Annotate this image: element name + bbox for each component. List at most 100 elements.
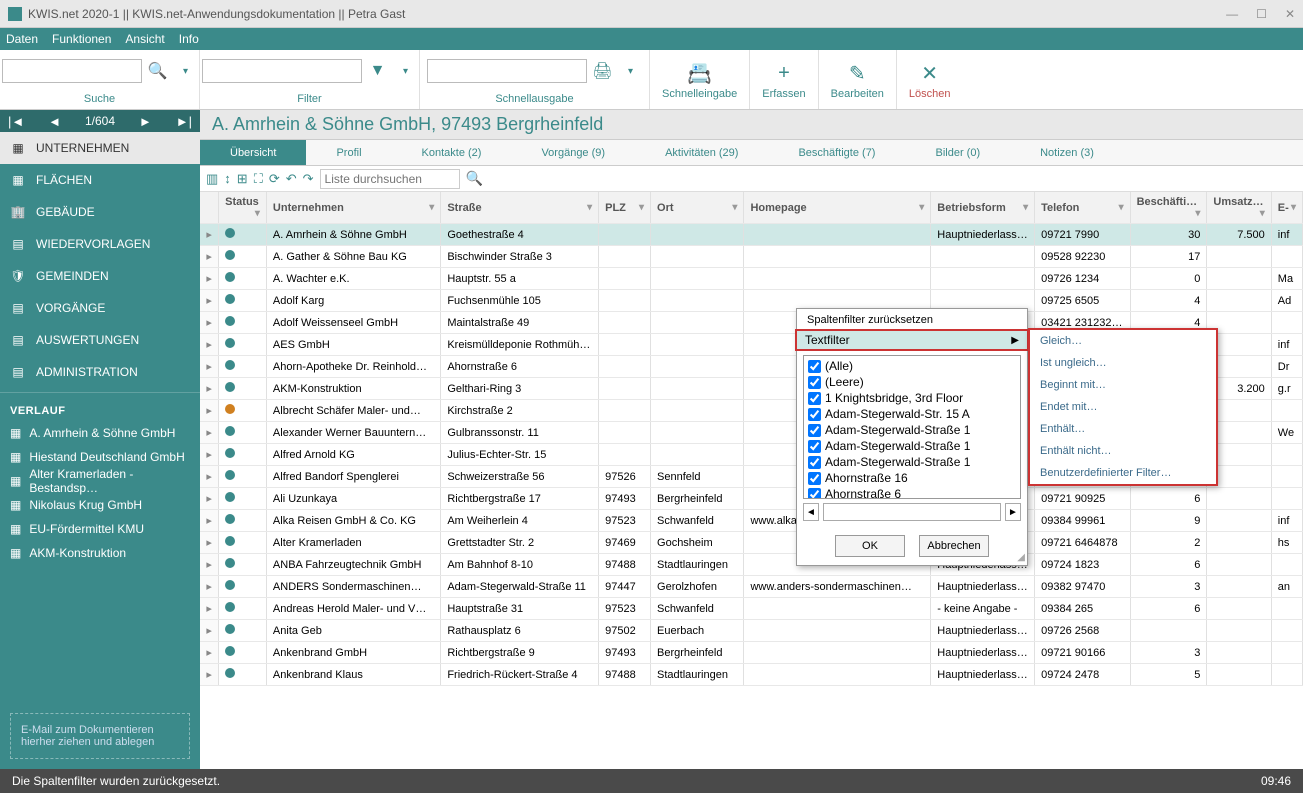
row-handle[interactable]: ▸ (200, 576, 219, 598)
redo-icon[interactable]: ↷ (303, 171, 314, 187)
filter-checkbox[interactable] (808, 456, 821, 469)
filter-checkbox[interactable] (808, 376, 821, 389)
row-handle[interactable]: ▸ (200, 620, 219, 642)
col-header[interactable]: Homepage▾ (744, 192, 931, 224)
filter-checkbox[interactable] (808, 392, 821, 405)
table-row[interactable]: ▸Ali UzunkayaRichtbergstraße 1797493Berg… (200, 488, 1303, 510)
tab-3[interactable]: Vorgänge (9) (511, 140, 635, 165)
nav-first-icon[interactable]: |◄ (8, 114, 24, 129)
maximize-button[interactable]: ☐ (1256, 7, 1267, 21)
columns-icon[interactable]: ▥ (206, 171, 218, 187)
filter-scroll-right[interactable]: ► (1005, 503, 1021, 521)
row-handle[interactable]: ▸ (200, 246, 219, 268)
row-handle[interactable]: ▸ (200, 378, 219, 400)
history-item[interactable]: ▦AKM-Konstruktion (0, 541, 200, 565)
tab-4[interactable]: Aktivitäten (29) (635, 140, 768, 165)
filter-option[interactable]: Ahornstraße 6 (806, 486, 1018, 499)
col-header[interactable]: Telefon▾ (1035, 192, 1131, 224)
filter-funnel-icon[interactable]: ▾ (919, 202, 924, 213)
filter-checkbox[interactable] (808, 360, 821, 373)
filter-values-list[interactable]: (Alle)(Leere)1 Knightsbridge, 3rd Floor A… (803, 355, 1021, 499)
nav-next-icon[interactable]: ► (139, 114, 152, 129)
row-handle[interactable]: ▸ (200, 642, 219, 664)
row-handle[interactable]: ▸ (200, 268, 219, 290)
tab-7[interactable]: Notizen (3) (1010, 140, 1124, 165)
quickout-input[interactable] (427, 59, 587, 83)
search-icon[interactable]: 🔍 (146, 59, 170, 83)
filter-funnel-icon[interactable]: ▾ (1195, 208, 1200, 219)
expand-icon[interactable]: ⛶ (254, 171, 263, 187)
filter-reset[interactable]: Spaltenfilter zurücksetzen (797, 309, 1027, 331)
nav-last-icon[interactable]: ►| (176, 114, 192, 129)
filter-funnel-icon[interactable]: ▾ (255, 208, 260, 219)
menu-funktionen[interactable]: Funktionen (52, 32, 111, 46)
table-row[interactable]: ▸A. Amrhein & Söhne GmbHGoethestraße 4Ha… (200, 224, 1303, 246)
textfilter-option[interactable]: Ist ungleich… (1030, 352, 1216, 374)
refresh-icon[interactable]: ⟳ (269, 171, 280, 187)
filter-option[interactable]: Adam-Stegerwald-Straße 1 (806, 454, 1018, 470)
lock-icon[interactable]: ⊞ (237, 171, 248, 187)
filter-funnel-icon[interactable]: ▾ (1023, 202, 1028, 213)
tab-5[interactable]: Beschäftigte (7) (768, 140, 905, 165)
edit-button[interactable]: ✎ Bearbeiten (819, 50, 897, 109)
filter-checkbox[interactable] (808, 424, 821, 437)
filter-funnel-icon[interactable]: ▾ (1291, 202, 1296, 213)
table-row[interactable]: ▸Ankenbrand GmbHRichtbergstraße 997493Be… (200, 642, 1303, 664)
row-handle[interactable]: ▸ (200, 422, 219, 444)
filter-scroll-left[interactable]: ◄ (803, 503, 819, 521)
row-handle[interactable]: ▸ (200, 290, 219, 312)
tab-1[interactable]: Profil (306, 140, 391, 165)
table-row[interactable]: ▸Adolf KargFuchsenmühle 10509725 65054Ad (200, 290, 1303, 312)
row-handle[interactable]: ▸ (200, 510, 219, 532)
filter-funnel-icon[interactable]: ▾ (1260, 208, 1265, 219)
table-row[interactable]: ▸A. Gather & Söhne Bau KGBischwinder Str… (200, 246, 1303, 268)
history-item[interactable]: ▦Nikolaus Krug GmbH (0, 493, 200, 517)
grid-search-input[interactable] (320, 169, 460, 189)
col-header[interactable]: Beschäftig…▾ (1130, 192, 1207, 224)
delete-button[interactable]: ✕ Löschen (897, 50, 963, 109)
filter-search-input[interactable] (823, 503, 1001, 521)
table-row[interactable]: ▸Anita GebRathausplatz 697502EuerbachHau… (200, 620, 1303, 642)
filter-option[interactable]: Adam-Stegerwald-Straße 1 (806, 422, 1018, 438)
filter-checkbox[interactable] (808, 408, 821, 421)
row-handle[interactable]: ▸ (200, 224, 219, 246)
history-item[interactable]: ▦Hiestand Deutschland GmbH (0, 445, 200, 469)
sidebar-item-gebäude[interactable]: 🏢GEBÄUDE (0, 196, 200, 228)
table-row[interactable]: ▸Ankenbrand KlausFriedrich-Rückert-Straß… (200, 664, 1303, 686)
minimize-button[interactable]: — (1226, 7, 1238, 21)
textfilter-option[interactable]: Beginnt mit… (1030, 374, 1216, 396)
row-handle[interactable]: ▸ (200, 488, 219, 510)
history-item[interactable]: ▦EU-Fördermittel KMU (0, 517, 200, 541)
filter-checkbox[interactable] (808, 440, 821, 453)
row-handle[interactable]: ▸ (200, 400, 219, 422)
filter-checkbox[interactable] (808, 488, 821, 500)
filter-option[interactable]: (Alle) (806, 358, 1018, 374)
email-dropzone[interactable]: E-Mail zum Dokumentieren hierher ziehen … (10, 713, 190, 759)
row-handle[interactable]: ▸ (200, 532, 219, 554)
filter-funnel-icon[interactable]: ▾ (1119, 202, 1124, 213)
table-row[interactable]: ▸Alka Reisen GmbH & Co. KGAm Weiherlein … (200, 510, 1303, 532)
filter-checkbox[interactable] (808, 472, 821, 485)
filter-option[interactable]: 1 Knightsbridge, 3rd Floor (806, 390, 1018, 406)
row-handle[interactable]: ▸ (200, 356, 219, 378)
filter-textfilter[interactable]: Textfilter ▶ (795, 329, 1029, 351)
filter-option[interactable]: (Leere) (806, 374, 1018, 390)
history-item[interactable]: ▦Alter Kramerladen - Bestandsp… (0, 469, 200, 493)
sidebar-item-flächen[interactable]: ▦FLÄCHEN (0, 164, 200, 196)
tab-2[interactable]: Kontakte (2) (392, 140, 512, 165)
row-handle[interactable]: ▸ (200, 466, 219, 488)
menu-ansicht[interactable]: Ansicht (125, 32, 164, 46)
filter-funnel-icon[interactable]: ▾ (429, 202, 434, 213)
sidebar-item-auswertungen[interactable]: ▤AUSWERTUNGEN (0, 324, 200, 356)
col-header[interactable]: Betriebsform▾ (931, 192, 1035, 224)
filter-funnel-icon[interactable]: ▾ (587, 202, 592, 213)
row-handle[interactable]: ▸ (200, 554, 219, 576)
row-handle[interactable]: ▸ (200, 664, 219, 686)
col-header[interactable]: PLZ▾ (599, 192, 651, 224)
create-button[interactable]: + Erfassen (750, 50, 818, 109)
search-dropdown-icon[interactable]: ▾ (174, 59, 198, 83)
printer-icon[interactable]: 🖨 (591, 59, 615, 83)
quickin-button[interactable]: 📇 Schnelleingabe (650, 50, 750, 109)
sidebar-item-gemeinden[interactable]: 🛡GEMEINDEN (0, 260, 200, 292)
sidebar-item-wiedervorlagen[interactable]: ▤WIEDERVORLAGEN (0, 228, 200, 260)
